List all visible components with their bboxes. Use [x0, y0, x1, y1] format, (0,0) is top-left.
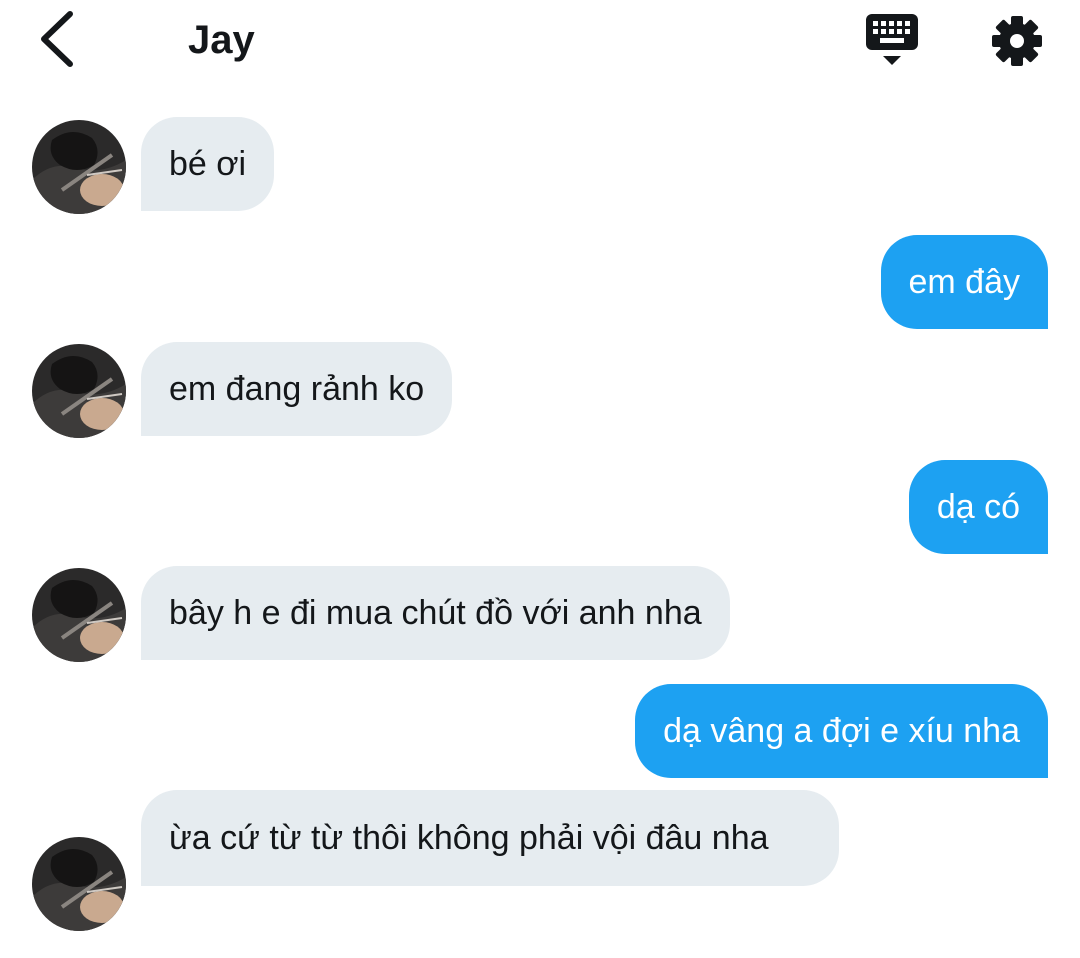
- conversation-header: Jay: [0, 0, 1080, 86]
- settings-button[interactable]: [988, 12, 1046, 70]
- avatar[interactable]: [32, 344, 126, 438]
- incoming-message-bubble[interactable]: em đang rảnh ko: [141, 342, 453, 436]
- keyboard-dismiss-icon: [866, 14, 918, 65]
- contact-name[interactable]: Jay: [188, 18, 255, 63]
- keyboard-toggle-button[interactable]: [862, 12, 922, 70]
- chevron-left-icon: [41, 11, 73, 67]
- back-button[interactable]: [34, 10, 82, 68]
- avatar-photo-icon: [32, 568, 126, 662]
- incoming-message-bubble[interactable]: bây h e đi mua chút đồ với anh nha: [141, 566, 730, 660]
- outgoing-message-bubble[interactable]: dạ vâng a đợi e xíu nha: [635, 684, 1048, 778]
- incoming-message-bubble[interactable]: bé ơi: [141, 117, 275, 211]
- outgoing-message-bubble[interactable]: dạ có: [908, 460, 1048, 554]
- avatar-photo-icon: [32, 120, 126, 214]
- gear-icon: [992, 16, 1042, 66]
- avatar-photo-icon: [32, 344, 126, 438]
- outgoing-message-bubble[interactable]: em đây: [880, 235, 1048, 329]
- avatar-photo-icon: [32, 837, 126, 931]
- avatar[interactable]: [32, 120, 126, 214]
- avatar[interactable]: [32, 837, 126, 931]
- incoming-message-bubble[interactable]: ừa cứ từ từ thôi không phải vội đâu nha: [141, 790, 839, 886]
- avatar[interactable]: [32, 568, 126, 662]
